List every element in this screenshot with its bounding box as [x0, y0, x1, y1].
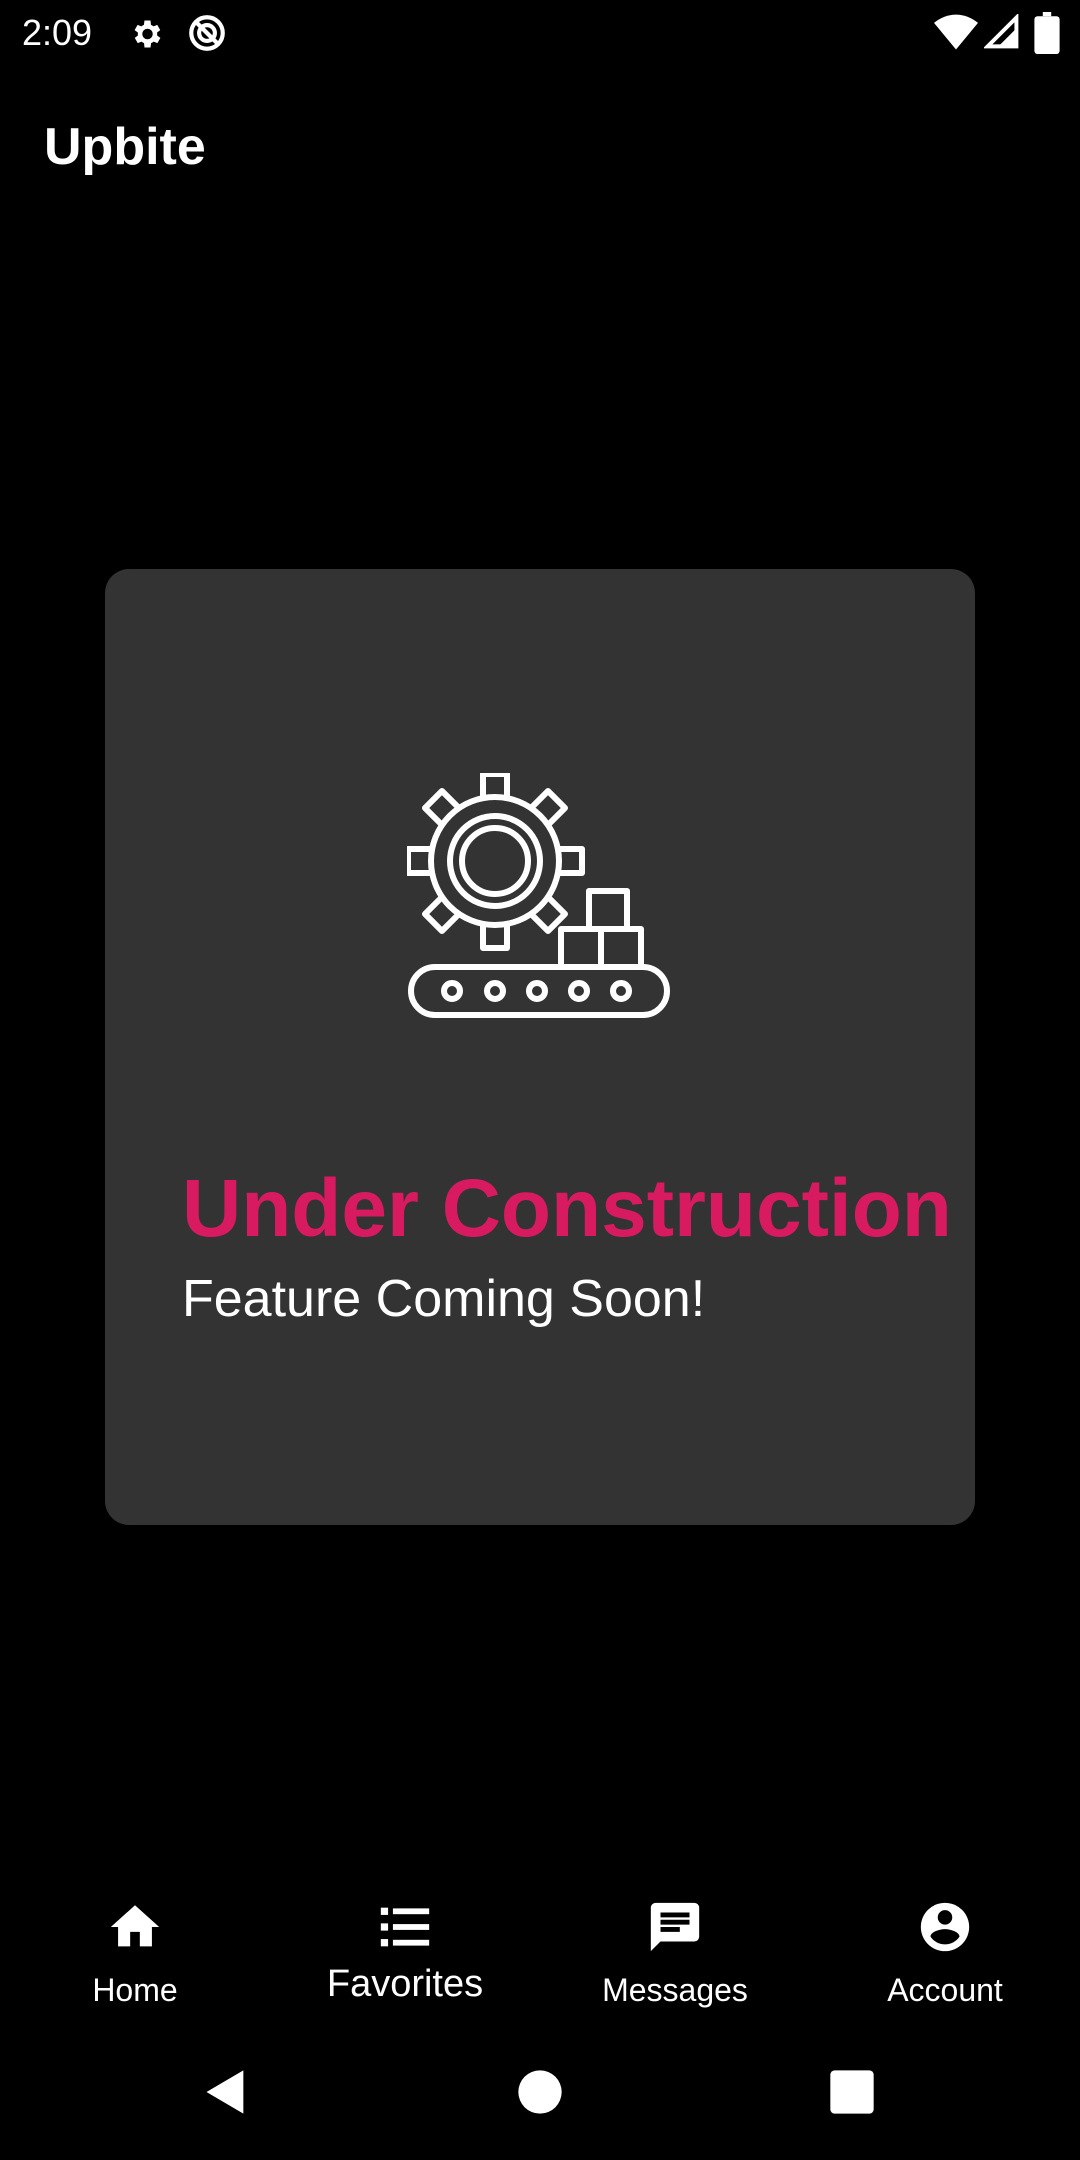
wifi-icon: [934, 14, 978, 50]
battery-icon: [1034, 12, 1060, 54]
feature-coming-soon-text: Feature Coming Soon!: [182, 1270, 706, 1328]
nav-label-messages: Messages: [602, 1972, 748, 2008]
system-navigation-bar: [0, 2040, 1080, 2150]
cell-signal-icon: [984, 14, 1019, 49]
nav-item-messages[interactable]: Messages: [540, 1880, 810, 2030]
home-circle-icon[interactable]: [514, 2066, 566, 2118]
home-icon: [110, 1905, 160, 1947]
status-time: 2:09: [22, 12, 93, 53]
nav-item-favorites[interactable]: Favorites: [270, 1880, 540, 2030]
back-icon[interactable]: [200, 2066, 252, 2118]
message-icon: [650, 1902, 700, 1952]
nav-item-home[interactable]: Home: [0, 1880, 270, 2030]
account-circle-icon: [920, 1902, 970, 1952]
status-bar: 2:09: [0, 0, 1080, 66]
bottom-navigation: Home Favorites Messages Account: [0, 1880, 1080, 2030]
under-construction-heading: Under Construction: [182, 1163, 952, 1254]
nav-label-home: Home: [92, 1972, 178, 2008]
gear-icon: [134, 20, 161, 48]
app-title: Upbite: [44, 118, 206, 176]
nav-label-account: Account: [887, 1972, 1003, 2008]
gear-conveyor-icon: [407, 773, 670, 1018]
recents-icon[interactable]: [826, 2066, 878, 2118]
nav-item-account[interactable]: Account: [810, 1880, 1080, 2030]
data-saver-icon: [189, 15, 225, 51]
list-icon: [380, 1907, 430, 1947]
nav-label-favorites: Favorites: [326, 1963, 484, 2005]
under-construction-card: Under Construction Feature Coming Soon!: [105, 569, 975, 1525]
